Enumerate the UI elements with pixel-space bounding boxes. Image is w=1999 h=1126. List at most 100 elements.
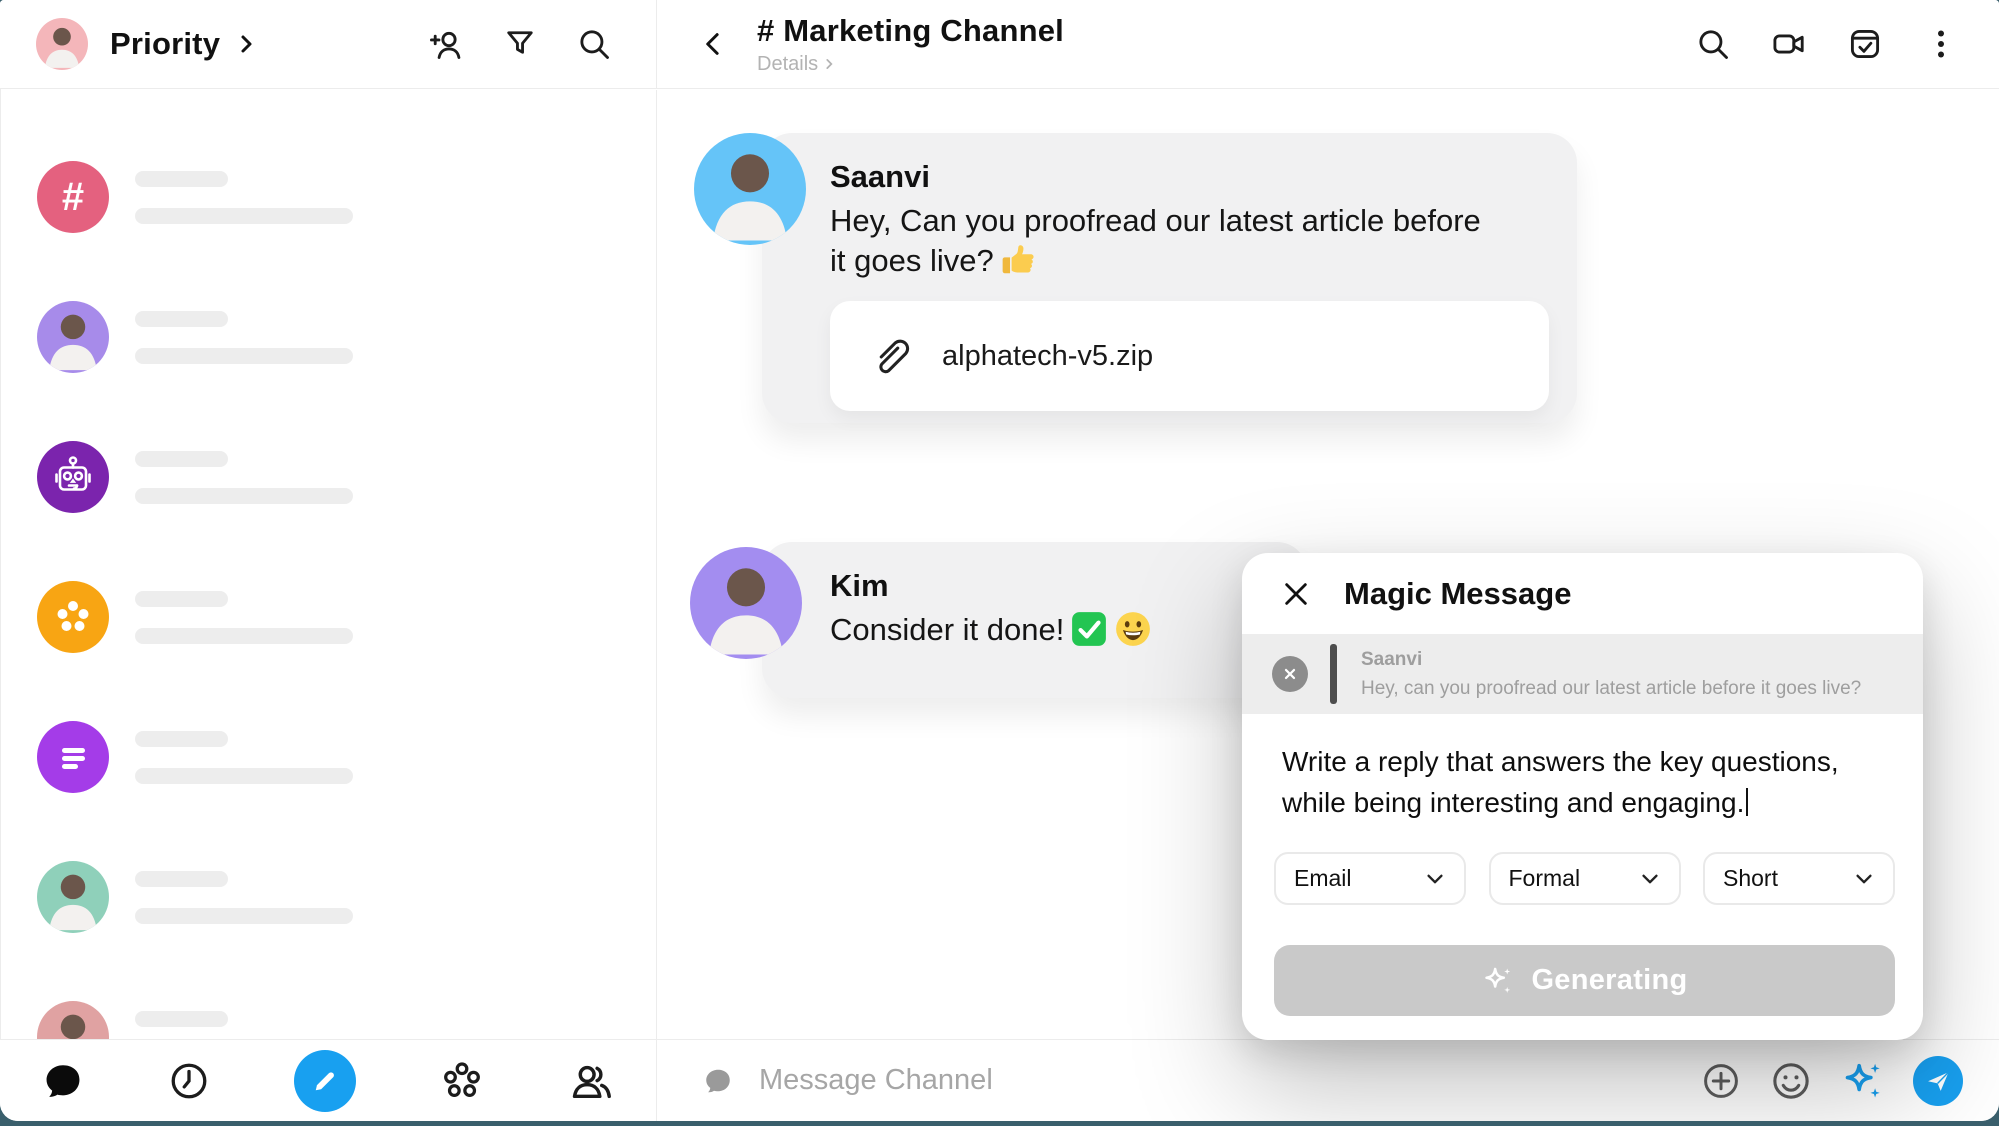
length-dropdown[interactable]: Short <box>1703 852 1895 905</box>
generate-button[interactable]: Generating <box>1274 945 1895 1016</box>
quoted-message: Saanvi Hey, can you proofread our latest… <box>1242 634 1923 714</box>
attachment-filename: alphatech-v5.zip <box>942 340 1153 373</box>
video-camera-icon <box>1771 26 1807 62</box>
quote-bar <box>1330 644 1337 704</box>
list-item[interactable] <box>0 827 656 967</box>
placeholder-bar <box>135 171 228 187</box>
thumbs-up-emoji <box>1000 241 1038 279</box>
task-check-icon <box>1847 26 1883 62</box>
message-text: Hey, Can you proofread our latest articl… <box>830 201 1490 281</box>
channel-title: # Marketing Channel <box>757 13 1064 49</box>
generate-button-label: Generating <box>1531 964 1687 997</box>
list-item[interactable]: # <box>0 127 656 267</box>
chevron-down-icon <box>1424 868 1446 890</box>
search-button[interactable] <box>576 26 612 62</box>
magic-sparkles-button[interactable] <box>1840 1058 1886 1104</box>
placeholder-bar <box>135 348 353 364</box>
placeholder-bar <box>135 871 228 887</box>
list-item[interactable] <box>0 267 656 407</box>
dots-cluster-avatar <box>37 581 109 653</box>
apps-cluster-icon <box>439 1058 485 1104</box>
text-cursor <box>1746 788 1748 816</box>
tab-contacts[interactable] <box>568 1058 614 1104</box>
placeholder-bar <box>135 488 353 504</box>
tab-chats[interactable] <box>42 1060 84 1102</box>
add-contact-icon <box>428 26 464 62</box>
avatar[interactable] <box>694 133 806 245</box>
compose-button[interactable] <box>294 1050 356 1112</box>
add-attachment-button[interactable] <box>1700 1060 1742 1102</box>
message-author: Saanvi <box>830 159 1549 195</box>
grinning-face-emoji <box>1114 610 1152 648</box>
back-icon[interactable] <box>699 29 729 59</box>
channel-search-button[interactable] <box>1695 26 1731 62</box>
composer: Message Channel <box>657 1040 1999 1121</box>
workspace-title: Priority <box>110 26 220 62</box>
robot-avatar <box>37 441 109 513</box>
message-bubble[interactable]: Kim Consider it done! <box>762 542 1307 698</box>
emoji-button[interactable] <box>1769 1059 1813 1103</box>
format-dropdown[interactable]: Email <box>1274 852 1466 905</box>
placeholder-bar <box>135 628 353 644</box>
placeholder-bar <box>135 451 228 467</box>
add-contact-button[interactable] <box>428 26 464 62</box>
text-lines-icon <box>49 733 97 781</box>
sidebar-header: Priority <box>0 0 657 88</box>
pencil-icon <box>310 1066 340 1096</box>
kebab-menu-icon <box>1923 26 1959 62</box>
filter-icon <box>502 26 538 62</box>
list-item[interactable] <box>0 967 656 1039</box>
check-mark-emoji <box>1070 610 1108 648</box>
remove-quote-button[interactable] <box>1272 656 1308 692</box>
tab-recents[interactable] <box>167 1059 211 1103</box>
list-item[interactable] <box>0 407 656 547</box>
channel-header: # Marketing Channel Details <box>657 0 1999 88</box>
placeholder-bar <box>135 731 228 747</box>
list-item[interactable] <box>0 687 656 827</box>
chevron-right-icon[interactable] <box>234 32 258 56</box>
placeholder-bar <box>135 208 353 224</box>
tone-dropdown[interactable]: Formal <box>1489 852 1681 905</box>
avatar[interactable] <box>690 547 802 659</box>
message-input[interactable]: Message Channel <box>759 1064 993 1097</box>
person-avatar <box>37 301 109 373</box>
list-item[interactable] <box>0 547 656 687</box>
message-author: Kim <box>830 568 1279 604</box>
placeholder-bar <box>135 311 228 327</box>
attachment-card[interactable]: alphatech-v5.zip <box>830 301 1549 411</box>
conversation-list: # <box>0 90 657 1039</box>
option-row: Email Formal Short <box>1242 852 1923 905</box>
tasks-button[interactable] <box>1847 26 1883 62</box>
plus-circle-icon <box>1700 1060 1742 1102</box>
tab-apps[interactable] <box>439 1058 485 1104</box>
placeholder-bar <box>135 1011 228 1027</box>
filter-button[interactable] <box>502 26 538 62</box>
video-call-button[interactable] <box>1771 26 1807 62</box>
chevron-down-icon <box>1853 868 1875 890</box>
message-bubble-icon <box>703 1066 733 1096</box>
tab-bar <box>0 1040 657 1121</box>
message-bubble[interactable]: Saanvi Hey, Can you proofread our latest… <box>762 133 1577 423</box>
placeholder-bar <box>135 768 353 784</box>
placeholder-bar <box>135 591 228 607</box>
robot-icon <box>49 453 97 501</box>
person-avatar <box>37 1001 109 1039</box>
magic-panel-header: Magic Message <box>1242 553 1923 634</box>
placeholder-bar <box>135 908 353 924</box>
prompt-input[interactable]: Write a reply that answers the key quest… <box>1242 714 1882 823</box>
paper-plane-icon <box>1924 1067 1952 1095</box>
workspace-avatar[interactable] <box>36 18 88 70</box>
chevron-right-icon <box>822 57 836 71</box>
person-avatar <box>37 861 109 933</box>
bottom-bar: Message Channel <box>0 1039 1999 1121</box>
top-bar: Priority # Marketing Channel Details <box>0 0 1999 89</box>
more-options-button[interactable] <box>1923 26 1959 62</box>
clock-icon <box>167 1059 211 1103</box>
channel-details-link[interactable]: Details <box>757 53 1064 76</box>
send-button[interactable] <box>1913 1056 1963 1106</box>
channel-hash-avatar: # <box>37 161 109 233</box>
quote-author: Saanvi <box>1361 649 1861 671</box>
close-button[interactable] <box>1280 578 1312 610</box>
chat-bubble-icon <box>42 1060 84 1102</box>
message-text: Consider it done! <box>830 610 1279 650</box>
